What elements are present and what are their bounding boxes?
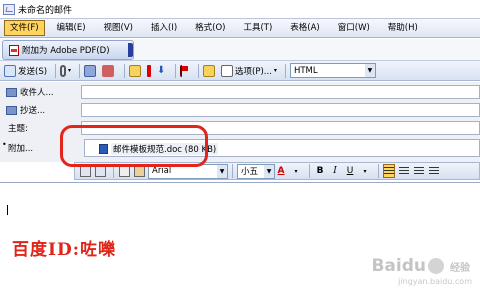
message-format-value: HTML [293, 65, 318, 76]
font-color-button[interactable]: A [275, 164, 287, 178]
menu-bar: 文件(F) 编辑(E) 视图(V) 插入(I) 格式(O) 工具(T) 表格(A… [0, 18, 480, 38]
justify-icon [429, 166, 439, 176]
cc-label: 抄送... [20, 106, 46, 116]
toolbar-separator [55, 63, 57, 78]
toolbar-separator [232, 164, 233, 178]
dropdown-arrow-icon[interactable]: ▾ [359, 164, 371, 178]
scissors-icon [118, 165, 130, 177]
align-left-button[interactable] [383, 164, 395, 178]
dropdown-arrow-icon[interactable]: ▾ [68, 67, 71, 74]
watermark-text: Baidu [371, 256, 426, 276]
align-center-icon [399, 166, 409, 176]
watermark-url: jingyan.baidu.com [398, 277, 472, 286]
address-book-icon [84, 64, 97, 77]
toolbar-separator [284, 63, 286, 78]
chevron-down-icon[interactable]: ▼ [217, 164, 227, 178]
address-book-icon [6, 87, 17, 97]
to-row: 收件人... [0, 84, 480, 100]
field-marker: • [2, 140, 7, 149]
follow-up-button[interactable] [180, 63, 190, 79]
menu-edit[interactable]: 编辑(E) [51, 20, 92, 36]
annotation-highlight-circle [60, 125, 208, 167]
pdf-icon [9, 44, 19, 56]
baidu-paw-icon [428, 258, 444, 274]
window-title: 未命名的邮件 [18, 5, 73, 16]
chevron-down-icon[interactable]: ▼ [264, 164, 274, 178]
envelope-icon [203, 64, 216, 77]
chevron-down-icon[interactable]: ▼ [364, 64, 375, 77]
align-center-button[interactable] [398, 164, 410, 178]
check-names-button[interactable] [102, 63, 116, 79]
text-caret [7, 205, 8, 215]
cc-row: 抄送... [0, 102, 480, 118]
menu-window[interactable]: 窗口(W) [332, 20, 376, 36]
options-button[interactable]: 选项(P)... ▾ [221, 63, 277, 79]
bold-button[interactable]: B [314, 164, 326, 178]
send-icon [4, 64, 16, 77]
underline-button[interactable]: U [344, 164, 356, 178]
font-value: Arial [152, 166, 172, 176]
address-book-icon [6, 105, 17, 115]
high-importance-button[interactable] [147, 63, 153, 79]
menu-insert[interactable]: 插入(I) [145, 20, 183, 36]
low-importance-button[interactable]: ⬇ [157, 63, 167, 79]
menu-file[interactable]: 文件(F) [4, 20, 45, 36]
attach-label: 附加... [8, 144, 34, 154]
toolbar-separator [124, 63, 126, 78]
dropdown-arrow-icon[interactable]: ▾ [290, 164, 302, 178]
paste-icon [133, 165, 145, 177]
to-label: 收件人... [20, 88, 54, 98]
toolbar-separator [309, 164, 310, 178]
send-label: 发送(S) [18, 66, 48, 77]
title-bar: 未命名的邮件 [0, 0, 480, 18]
menu-table[interactable]: 表格(A) [284, 20, 325, 36]
print-icon [94, 165, 106, 177]
save-icon [79, 165, 91, 177]
attach-file-button[interactable]: ▾ [60, 63, 71, 79]
font-size-value: 小五 [241, 167, 259, 177]
align-left-icon [384, 166, 394, 176]
toolbar-grip[interactable] [128, 43, 133, 57]
send-toolbar: 发送(S) ▾ ⬇ 选项(P)... ▾ HTML ▼ [0, 61, 480, 81]
menu-format[interactable]: 格式(O) [189, 20, 231, 36]
baidu-watermark: Baidu 经验 [371, 256, 470, 276]
options-icon [221, 64, 234, 77]
to-input[interactable] [81, 85, 480, 99]
flag-icon [180, 64, 189, 77]
toolbar-separator [198, 63, 200, 78]
dropdown-arrow-icon[interactable]: ▾ [274, 67, 277, 74]
paperclip-icon [60, 64, 67, 77]
attach-pdf-button[interactable]: 附加为 Adobe PDF(D) [2, 40, 134, 60]
font-size-select[interactable]: 小五 ▼ [237, 163, 275, 179]
watermark-suffix: 经验 [450, 262, 470, 274]
address-book-button[interactable] [84, 63, 98, 79]
options-label: 选项(P)... [235, 66, 272, 77]
subject-label: 主题: [8, 124, 28, 134]
align-right-icon [414, 166, 424, 176]
menu-help[interactable]: 帮助(H) [382, 20, 424, 36]
attach-pdf-label: 附加为 Adobe PDF(D) [22, 46, 110, 56]
menu-tools[interactable]: 工具(T) [237, 20, 278, 36]
toolbar-separator [175, 63, 177, 78]
check-names-icon [102, 64, 115, 77]
mail-app-icon [3, 3, 15, 15]
justify-button[interactable] [428, 164, 440, 178]
toolbar-separator [378, 164, 379, 178]
pdf-toolbar: 附加为 Adobe PDF(D) [0, 39, 480, 61]
toolbar-separator [79, 63, 81, 78]
exclamation-icon [147, 64, 152, 77]
permission-button[interactable] [129, 63, 143, 79]
message-format-select[interactable]: HTML ▼ [289, 63, 376, 78]
cc-button[interactable]: 抄送... [6, 103, 45, 117]
send-button[interactable]: 发送(S) [4, 63, 47, 79]
permission-icon [129, 64, 142, 77]
to-button[interactable]: 收件人... [6, 85, 54, 99]
align-right-button[interactable] [413, 164, 425, 178]
down-arrow-icon: ⬇ [157, 64, 166, 76]
italic-button[interactable]: I [329, 164, 341, 178]
body-text: 百度ID:咗嚛 [12, 240, 116, 260]
envelope-button[interactable] [203, 63, 217, 79]
cc-input[interactable] [81, 103, 480, 117]
menu-view[interactable]: 视图(V) [98, 20, 139, 36]
